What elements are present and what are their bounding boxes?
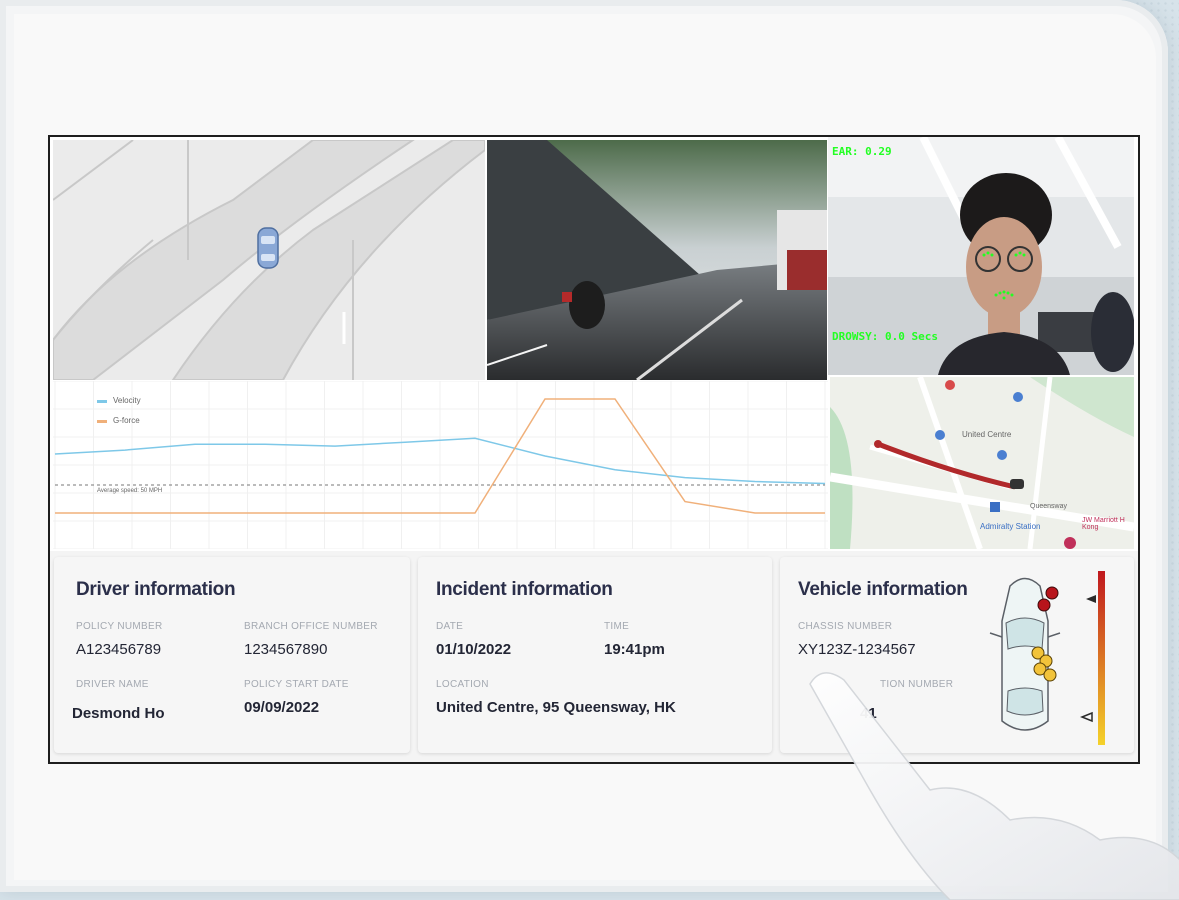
dashcam-video[interactable] — [487, 140, 827, 380]
driver-information-card: Driver information POLICY NUMBER A123456… — [54, 557, 410, 753]
telemetry-chart: Velocity G-force Average speed: 50 MPH — [53, 381, 828, 549]
incident-street-map[interactable]: United Centre Admiralty Station Queenswa… — [830, 377, 1134, 549]
legend-swatch-gforce — [97, 420, 107, 423]
location-value: United Centre, 95 Queensway, HK — [436, 699, 676, 716]
drowsy-readout: DROWSY: 0.0 Secs — [832, 330, 938, 343]
telemetry-chart-svg — [53, 381, 828, 549]
road-overview-map[interactable] — [53, 140, 485, 380]
legend-gforce: G-force — [113, 416, 140, 425]
chassis-value: XY123Z-1234567 — [798, 641, 916, 658]
pointing-hand-icon — [809, 672, 1179, 900]
incident-information-card: Incident information DATE 01/10/2022 TIM… — [418, 557, 772, 753]
driver-info-title: Driver information — [76, 579, 236, 600]
vehicle-marker-icon — [257, 227, 279, 269]
date-label: DATE — [436, 621, 464, 632]
time-label: TIME — [604, 621, 630, 632]
map-label-united-centre: United Centre — [962, 430, 1012, 439]
incident-info-title: Incident information — [436, 579, 613, 600]
driver-camera-feed[interactable]: EAR: 0.29 DROWSY: 0.0 Secs — [828, 137, 1134, 375]
road-diagram — [53, 140, 485, 380]
map-label-admiralty: Admiralty Station — [980, 522, 1041, 531]
car-location-icon — [1010, 479, 1024, 489]
driver-name-label: DRIVER NAME — [76, 679, 149, 690]
legend-swatch-velocity — [97, 400, 107, 403]
chassis-label: CHASSIS NUMBER — [798, 621, 893, 632]
time-value: 19:41pm — [604, 641, 665, 658]
policy-number-label: POLICY NUMBER — [76, 621, 163, 632]
branch-office-label: BRANCH OFFICE NUMBER — [244, 621, 378, 632]
average-speed-annotation: Average speed: 50 MPH — [97, 488, 163, 494]
dashcam-frame — [487, 140, 827, 380]
map-label-queensway: Queensway — [1030, 503, 1067, 510]
policy-start-value: 09/09/2022 — [244, 699, 320, 716]
scale-pointer-top-icon — [1086, 595, 1096, 603]
ear-readout: EAR: 0.29 — [832, 145, 892, 158]
branch-office-value: 1234567890 — [244, 641, 328, 658]
date-value: 01/10/2022 — [436, 641, 512, 658]
policy-start-label: POLICY START DATE — [244, 679, 349, 690]
policy-number-value: A123456789 — [76, 641, 162, 658]
driver-name-value: Desmond Ho — [72, 705, 165, 722]
location-label: LOCATION — [436, 679, 489, 690]
vehicle-info-title: Vehicle information — [798, 579, 968, 600]
map-label-hotel: JW Marriott H Kong — [1082, 517, 1125, 531]
legend-velocity: Velocity — [113, 396, 141, 405]
